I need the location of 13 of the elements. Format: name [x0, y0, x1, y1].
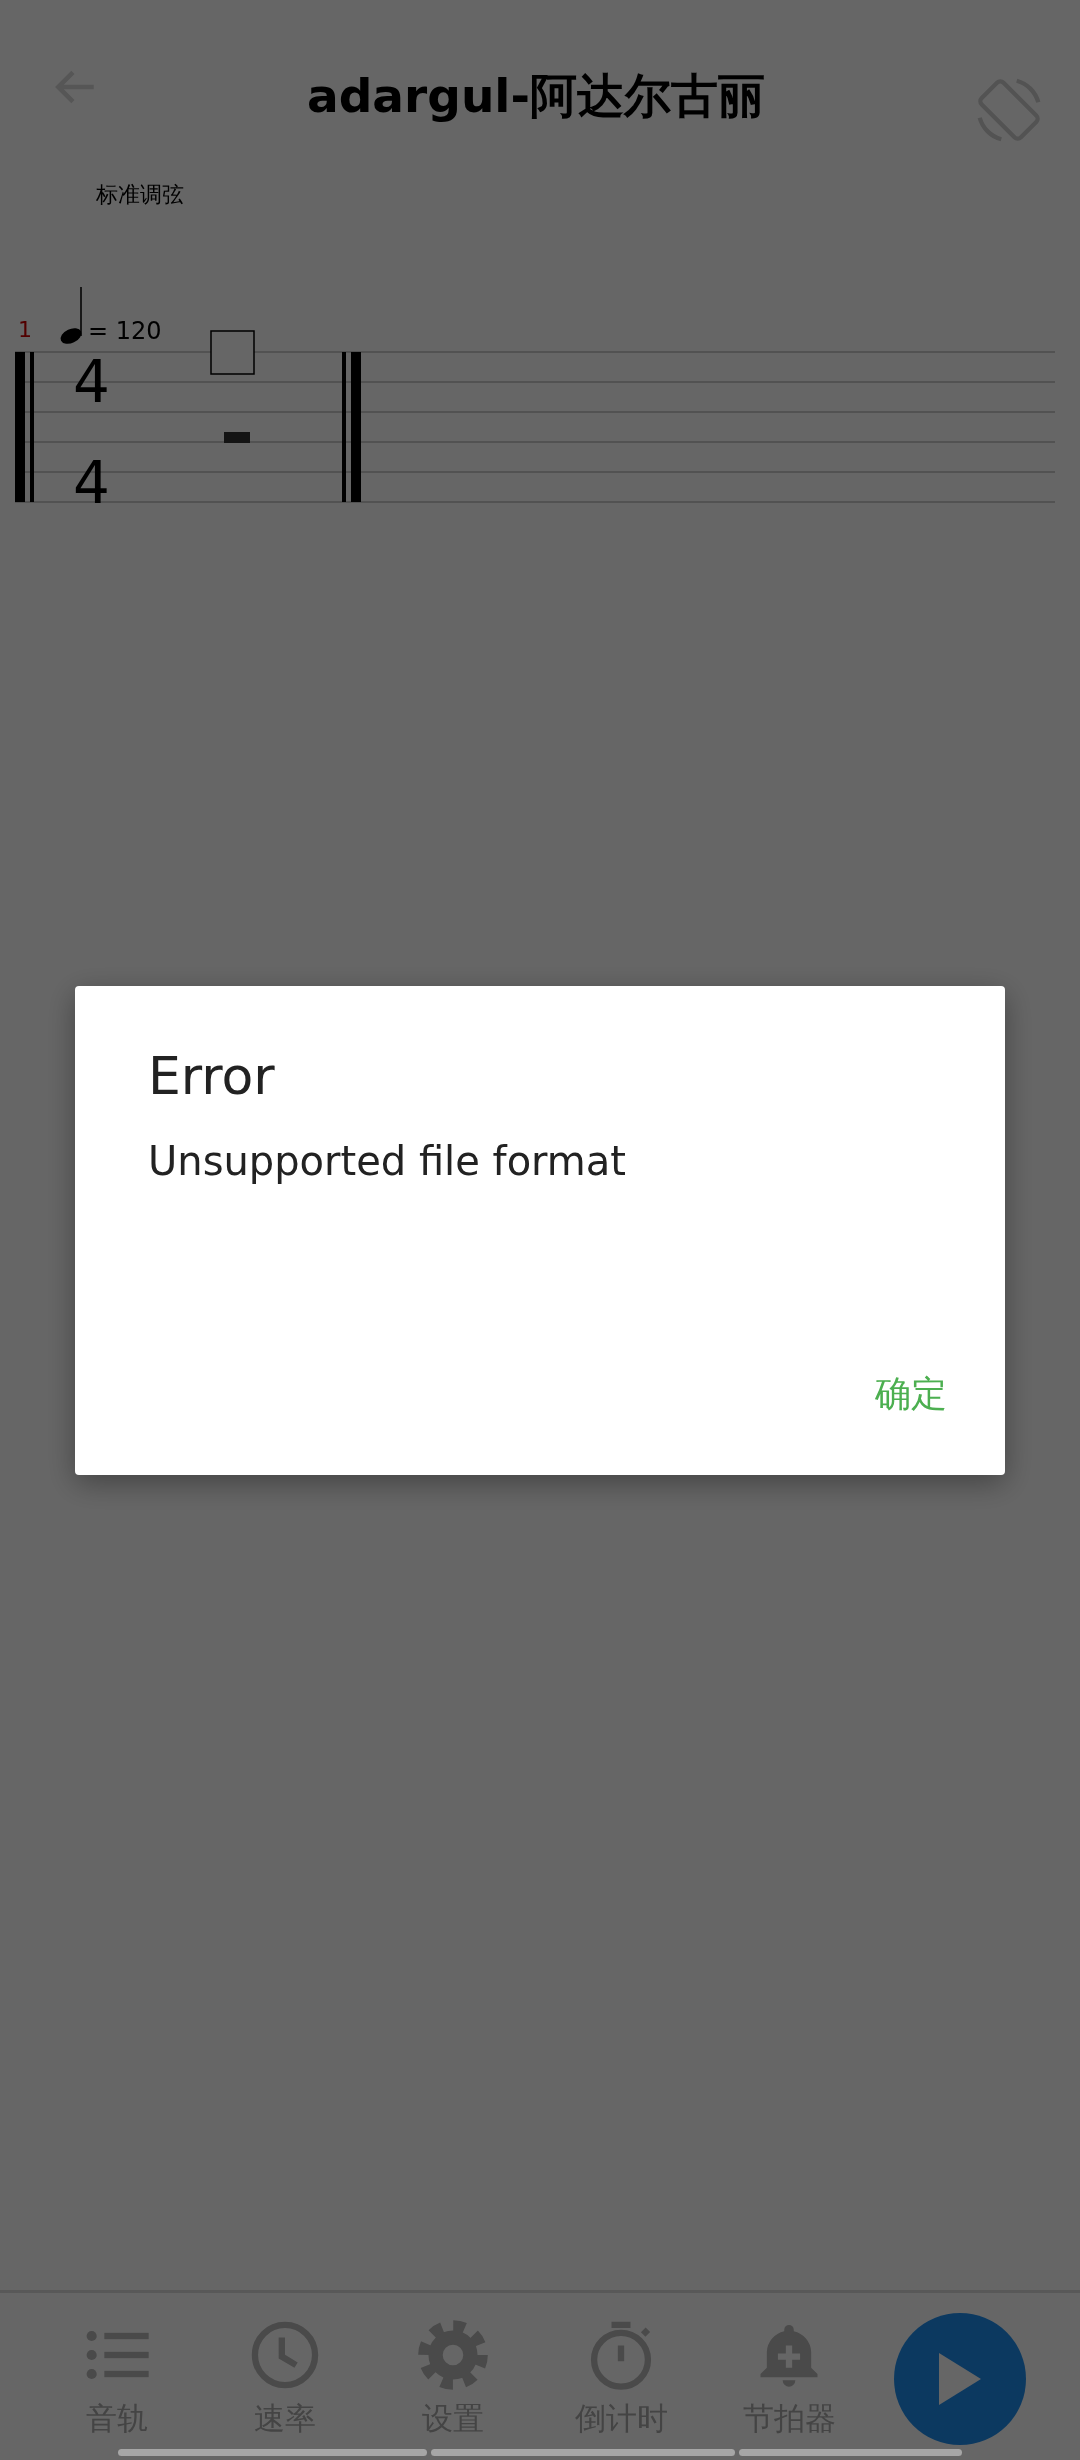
rest-icon	[224, 432, 250, 443]
measure-number: 1	[18, 317, 32, 342]
settings-icon	[415, 2317, 491, 2393]
dialog-title: Error	[148, 1047, 276, 1105]
quarter-note-icon	[60, 286, 82, 344]
time-signature-bottom: 4	[73, 449, 110, 517]
note-box	[210, 330, 255, 375]
confirm-button[interactable]: 确定	[855, 1356, 947, 1431]
time-signature-top: 4	[73, 348, 110, 416]
tuning-label: 标准调弦	[96, 181, 185, 209]
dialog-message: Unsupported file format	[148, 1136, 627, 1186]
tempo-label: = 120	[88, 317, 162, 345]
play-icon	[937, 2351, 983, 2407]
